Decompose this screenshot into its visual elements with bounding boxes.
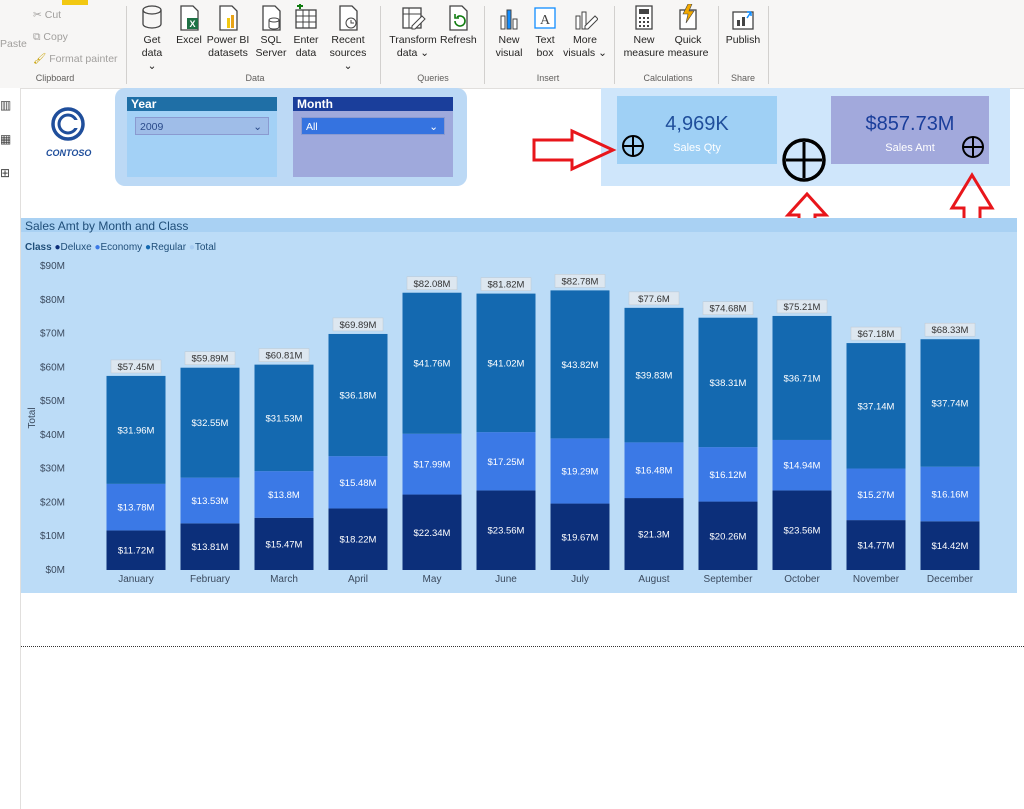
data-label: $14.77M — [858, 541, 895, 552]
x-tick-label: August — [638, 574, 669, 585]
data-label: $17.99M — [414, 460, 451, 471]
total-label: $75.21M — [784, 302, 821, 313]
total-label: $69.89M — [340, 320, 377, 331]
y-tick-label: $80M — [40, 295, 65, 306]
x-tick-label: January — [118, 574, 154, 585]
data-label: $39.83M — [636, 371, 673, 382]
data-label: $19.67M — [562, 532, 599, 543]
y-axis-title: Total — [27, 407, 38, 428]
data-label: $13.81M — [192, 542, 229, 553]
total-label: $82.78M — [562, 276, 599, 287]
data-label: $16.16M — [932, 490, 969, 501]
data-label: $11.72M — [118, 546, 154, 557]
plus-circle-icon — [962, 136, 984, 158]
data-label: $31.53M — [266, 413, 303, 424]
data-label: $41.76M — [414, 359, 451, 370]
total-label: $60.81M — [266, 351, 303, 362]
total-label: $59.89M — [192, 354, 229, 365]
data-label: $36.18M — [340, 391, 377, 402]
data-label: $16.48M — [636, 466, 673, 477]
y-tick-label: $50M — [40, 396, 65, 407]
data-label: $13.53M — [192, 496, 229, 507]
x-tick-label: February — [190, 574, 230, 585]
x-tick-label: November — [853, 574, 900, 585]
total-label: $68.33M — [932, 325, 969, 336]
data-label: $23.56M — [488, 526, 525, 537]
total-label: $57.45M — [118, 362, 155, 373]
y-tick-label: $40M — [40, 430, 65, 441]
page-boundary-line — [21, 646, 1024, 647]
data-label: $13.8M — [268, 490, 300, 501]
total-label: $74.68M — [710, 304, 747, 315]
x-tick-label: October — [784, 574, 820, 585]
data-label: $15.47M — [266, 539, 303, 550]
data-label: $37.14M — [858, 401, 895, 412]
data-label: $15.48M — [340, 478, 377, 489]
y-tick-label: $30M — [40, 464, 65, 475]
y-tick-label: $20M — [40, 497, 65, 508]
data-label: $22.34M — [414, 528, 451, 539]
total-label: $81.82M — [488, 280, 525, 291]
data-label: $32.55M — [192, 418, 229, 429]
data-label: $14.42M — [932, 541, 969, 552]
data-label: $18.22M — [340, 535, 377, 546]
data-label: $23.56M — [784, 526, 821, 537]
arrow-right-icon — [532, 128, 617, 172]
data-label: $36.71M — [784, 373, 821, 384]
data-label: $19.29M — [562, 466, 599, 477]
x-tick-label: March — [270, 574, 298, 585]
chart-plot: $0M $10M $20M $30M $40M $50M $60M $70M $80M $90M T… — [27, 261, 980, 585]
data-label: $16.12M — [710, 470, 747, 481]
plus-circle-icon — [622, 135, 644, 157]
total-label: $77.6M — [638, 294, 670, 305]
x-tick-label: June — [495, 574, 517, 585]
x-tick-label: April — [348, 574, 368, 585]
y-tick-label: $60M — [40, 362, 65, 373]
data-label: $20.26M — [710, 531, 747, 542]
y-tick-label: $70M — [40, 329, 65, 340]
data-label: $37.74M — [932, 398, 969, 409]
x-tick-label: December — [927, 574, 974, 585]
data-label: $41.02M — [488, 358, 525, 369]
data-label: $38.31M — [710, 378, 747, 389]
total-label: $67.18M — [858, 329, 895, 340]
x-tick-label: July — [571, 574, 589, 585]
data-label: $17.25M — [488, 457, 525, 468]
data-label: $13.78M — [118, 503, 155, 514]
data-label: $14.94M — [784, 461, 821, 472]
total-label: $82.08M — [414, 279, 451, 290]
plus-circle-icon — [782, 138, 826, 182]
data-label: $21.3M — [638, 530, 670, 541]
data-label: $31.96M — [118, 425, 155, 436]
x-tick-label: September — [704, 574, 754, 585]
y-tick-label: $90M — [40, 261, 65, 272]
y-tick-label: $0M — [46, 565, 65, 576]
y-tick-label: $10M — [40, 531, 65, 542]
stacked-column-chart[interactable]: Sales Amt by Month and Class Class ●Delu… — [21, 218, 1017, 593]
data-label: $43.82M — [562, 360, 599, 371]
data-label: $15.27M — [858, 490, 895, 501]
x-tick-label: May — [423, 574, 442, 585]
